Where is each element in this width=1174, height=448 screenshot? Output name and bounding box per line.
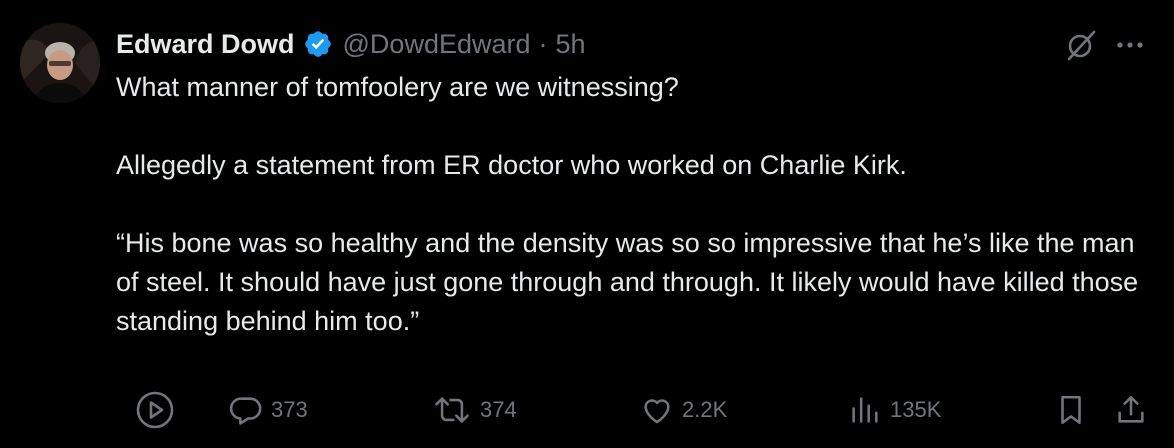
- action-bar: 373 374 2.2K 135K: [0, 388, 1174, 432]
- share-icon: [1114, 393, 1148, 427]
- repost-count: 374: [480, 397, 517, 422]
- share-button[interactable]: [1114, 388, 1148, 432]
- tweet-text-line: What manner of tomfoolery are we witness…: [116, 72, 679, 102]
- views-icon: [848, 393, 882, 427]
- like-count: 2.2K: [682, 397, 728, 422]
- views-button[interactable]: 135K: [848, 388, 941, 432]
- bookmark-icon: [1054, 393, 1088, 427]
- repost-button[interactable]: 374: [432, 388, 517, 432]
- more-icon[interactable]: [1114, 30, 1146, 60]
- avatar[interactable]: [20, 23, 100, 103]
- video-button[interactable]: [134, 388, 176, 432]
- tweet-text-line: Allegedly a statement from ER doctor who…: [116, 150, 907, 180]
- play-circle-icon: [134, 389, 176, 431]
- repost-icon: [432, 393, 472, 427]
- like-button[interactable]: 2.2K: [640, 388, 727, 432]
- reply-button[interactable]: 373: [229, 388, 308, 432]
- author-handle[interactable]: @DowdEdward: [343, 29, 531, 60]
- tweet-header: Edward Dowd @DowdEdward · 5h: [116, 26, 586, 62]
- tweet[interactable]: Edward Dowd @DowdEdward · 5h What manner…: [0, 0, 1174, 448]
- timestamp[interactable]: 5h: [556, 29, 586, 60]
- grok-icon[interactable]: [1064, 28, 1098, 62]
- reply-icon: [229, 393, 263, 427]
- avatar-image: [20, 23, 100, 103]
- heart-icon: [640, 393, 674, 427]
- bookmark-button[interactable]: [1054, 388, 1088, 432]
- reply-count: 373: [271, 397, 308, 422]
- tweet-text: What manner of tomfoolery are we witness…: [116, 68, 1146, 341]
- views-count: 135K: [890, 397, 942, 422]
- tweet-quote: “His bone was so healthy and the density…: [116, 228, 1139, 336]
- author-name[interactable]: Edward Dowd: [116, 29, 295, 60]
- separator-dot: ·: [538, 28, 548, 59]
- verified-badge-icon: [303, 29, 333, 59]
